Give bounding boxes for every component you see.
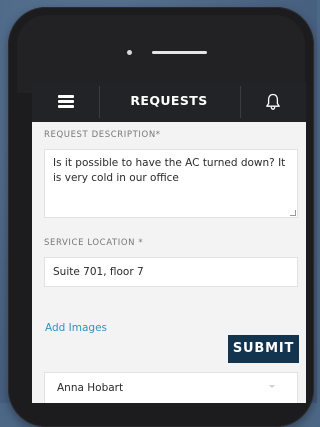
service-location-value: Suite 701, floor 7: [53, 266, 144, 278]
app-bar: REQUESTS: [32, 82, 306, 122]
service-location-input[interactable]: Suite 701, floor 7: [44, 257, 298, 287]
speaker-grille: [152, 51, 207, 54]
app-bar-divider: [240, 86, 241, 118]
resize-handle-icon[interactable]: [290, 210, 296, 216]
bell-icon[interactable]: [265, 93, 281, 111]
requester-select[interactable]: Anna Hobart: [44, 372, 298, 403]
requester-selected-value: Anna Hobart: [57, 382, 124, 394]
submit-button[interactable]: SUBMIT: [228, 335, 299, 363]
service-location-label: SERVICE LOCATION *: [44, 238, 144, 248]
request-description-value: Is it possible to have the AC turned dow…: [53, 157, 286, 184]
chevron-down-icon: [269, 385, 275, 388]
request-description-textarea[interactable]: Is it possible to have the AC turned dow…: [44, 149, 298, 218]
camera-icon: [127, 50, 132, 55]
phone-screen: REQUESTS REQUEST DESCRIPTION* Is it poss…: [32, 82, 306, 403]
add-images-link[interactable]: Add Images: [45, 322, 107, 334]
request-form: REQUEST DESCRIPTION* Is it possible to h…: [32, 122, 306, 403]
request-description-label: REQUEST DESCRIPTION*: [44, 130, 161, 140]
